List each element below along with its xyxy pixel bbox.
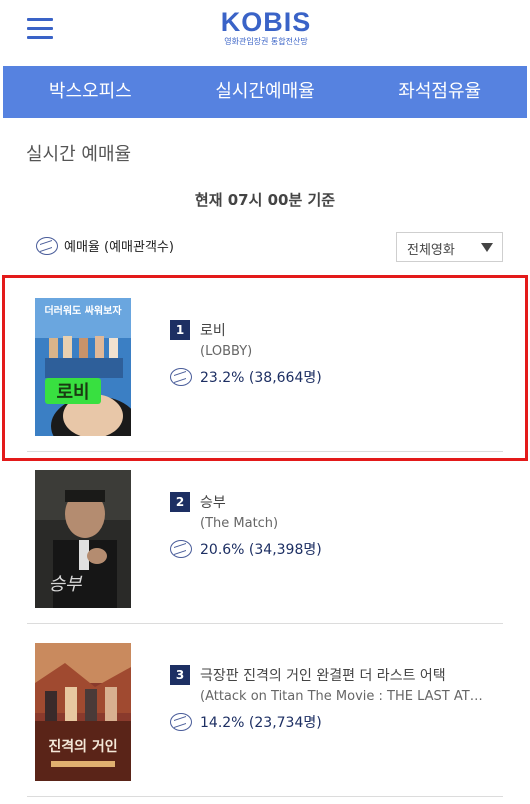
reservation-rate-3: 14.2% (23,734명)	[200, 715, 322, 731]
rate-line-3: 14.2% (23,734명)	[170, 712, 495, 732]
divider	[27, 623, 503, 624]
main-nav: 박스오피스 실시간예매율 좌석점유율	[3, 66, 527, 118]
rate-line-1: 23.2% (38,664명)	[170, 367, 495, 387]
tab-boxoffice[interactable]: 박스오피스	[3, 66, 178, 118]
rank-badge-2: 2	[170, 492, 190, 512]
movie-item-3[interactable]: 진격의 거인 3 극장판 진격의 거인 완결편 더 라스트 어택 (Attack…	[27, 625, 503, 797]
tab-realtime-reservation[interactable]: 실시간예매율	[178, 66, 353, 118]
rank-line-3: 3 극장판 진격의 거인 완결편 더 라스트 어택	[170, 665, 495, 685]
movie-info-1: 1 로비 (LOBBY) 23.2% (38,664명)	[170, 320, 495, 387]
reservation-rate-2: 20.6% (34,398명)	[200, 542, 322, 558]
page-title: 실시간 예매율	[26, 144, 132, 165]
kobis-logo[interactable]: KOBIS 영화관입장권 통합전산망	[218, 8, 314, 48]
rate-line-2: 20.6% (34,398명)	[170, 539, 495, 559]
logo-sub-text: 영화관입장권 통합전산망	[224, 37, 308, 46]
rank-badge-3: 3	[170, 665, 190, 685]
ticket-icon	[170, 713, 192, 731]
poster-2-title: 승부	[48, 574, 83, 595]
rank-line-1: 1 로비	[170, 320, 495, 340]
app-header: KOBIS 영화관입장권 통합전산망	[0, 0, 530, 66]
reservation-rate-1: 23.2% (38,664명)	[200, 370, 322, 386]
legend: 예매율 (예매관객수)	[36, 236, 174, 255]
movie-poster-1[interactable]: 로비 더러워도 싸워보자	[35, 298, 131, 436]
hamburger-menu-icon[interactable]	[27, 18, 53, 40]
movie-item-2[interactable]: 승부 2 승부 (The Match) 20.6% (34,398명)	[27, 452, 503, 624]
dropdown-arrow-icon	[481, 243, 493, 252]
movie-info-2: 2 승부 (The Match) 20.6% (34,398명)	[170, 492, 495, 559]
rank-badge-1: 1	[170, 320, 190, 340]
rank-line-2: 2 승부	[170, 492, 495, 512]
divider	[27, 796, 503, 797]
movie-poster-2[interactable]: 승부	[35, 470, 131, 608]
movie-title-ko-3[interactable]: 극장판 진격의 거인 완결편 더 라스트 어택	[200, 665, 446, 685]
movie-title-ko-2[interactable]: 승부	[200, 492, 226, 512]
movie-title-en-3: (Attack on Titan The Movie : THE LAST AT…	[200, 689, 483, 704]
movie-title-en-1: (LOBBY)	[200, 344, 253, 359]
poster-3-title: 진격의 거인	[48, 738, 117, 755]
legend-label: 예매율 (예매관객수)	[64, 240, 174, 255]
movie-title-ko-1[interactable]: 로비	[200, 320, 226, 340]
movie-title-en-2: (The Match)	[200, 516, 279, 531]
movie-info-3: 3 극장판 진격의 거인 완결편 더 라스트 어택 (Attack on Tit…	[170, 665, 495, 732]
movie-item-1[interactable]: 로비 더러워도 싸워보자 1 로비 (LOBBY) 23.2% (38,664명…	[27, 280, 503, 452]
movie-poster-3[interactable]: 진격의 거인	[35, 643, 131, 781]
filter-selected-value: 전체영화	[407, 243, 455, 258]
poster-1-tagline: 더러워도 싸워보자	[44, 304, 122, 317]
reference-time: 현재 07시 00분 기준	[194, 191, 336, 209]
movie-filter-select[interactable]: 전체영화	[396, 232, 503, 262]
poster-1-title: 로비	[56, 382, 89, 403]
logo-main-text: KOBIS	[220, 7, 312, 37]
ticket-icon	[170, 540, 192, 558]
tab-seat-occupancy[interactable]: 좌석점유율	[352, 66, 527, 118]
ticket-icon	[36, 236, 58, 255]
ticket-icon	[170, 368, 192, 386]
